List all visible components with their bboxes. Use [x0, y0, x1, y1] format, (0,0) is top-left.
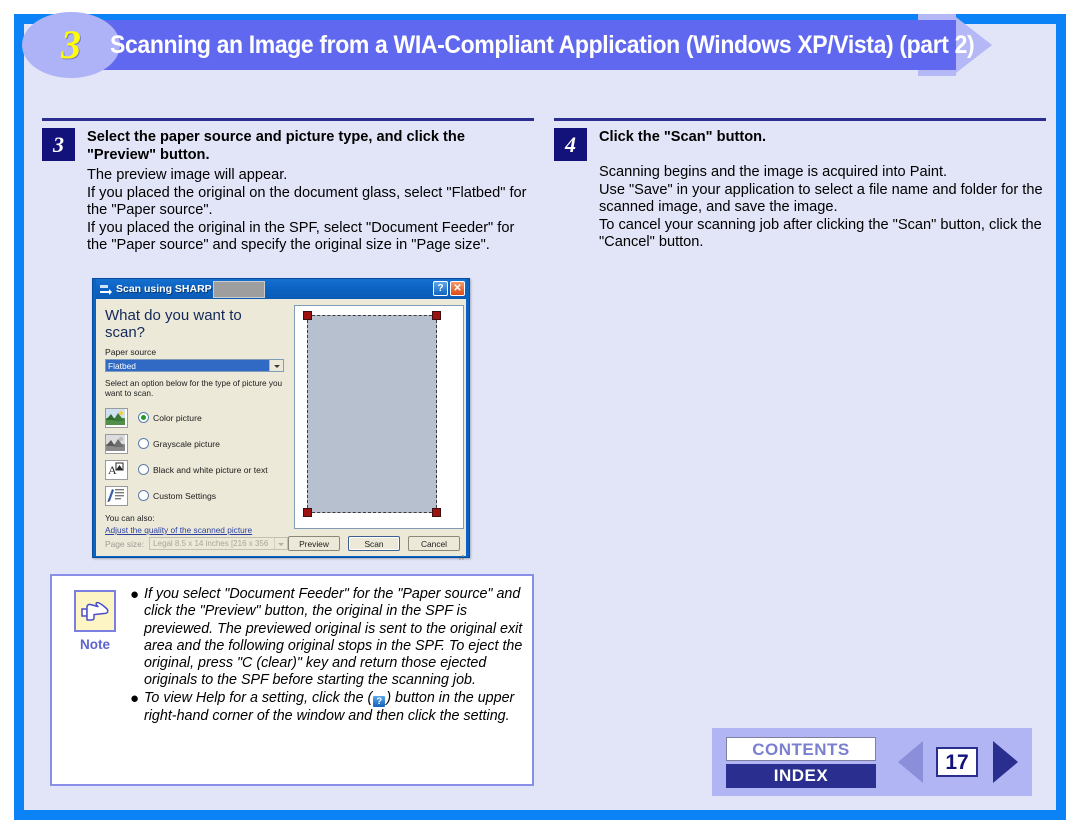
chevron-down-icon[interactable]	[269, 360, 283, 371]
help-button-icon: ?	[372, 694, 387, 708]
picture-type-hint: Select an option below for the type of p…	[105, 379, 283, 398]
radio-black-and-white[interactable]	[138, 464, 149, 475]
pointing-hand-icon	[74, 590, 116, 632]
page-number: 17	[936, 747, 978, 777]
previous-page-arrow-icon[interactable]	[898, 741, 923, 783]
index-button[interactable]: INDEX	[726, 763, 876, 788]
note-content: ● If you select "Document Feeder" for th…	[130, 582, 524, 778]
step-3-body: The preview image will appear. If you pl…	[87, 167, 527, 253]
option-grayscale-picture[interactable]: Grayscale picture	[105, 431, 284, 456]
bullet-icon: ●	[130, 586, 140, 603]
step-3-header: 3 Select the paper source and picture ty…	[42, 128, 534, 164]
page-root: 3 Scanning an Image from a WIA-Compliant…	[0, 0, 1080, 834]
selection-handle-top-left[interactable]	[303, 311, 312, 320]
scanner-icon	[99, 283, 113, 296]
option-label-grayscale-picture: Grayscale picture	[153, 438, 220, 449]
dialog-button-row: Preview Scan Cancel	[288, 536, 460, 551]
page-size-label: Page size:	[105, 538, 145, 549]
radio-color-picture[interactable]	[138, 412, 149, 423]
bullet-icon: ●	[130, 689, 140, 707]
step-4-badge: 4	[554, 128, 587, 161]
step-4-title: Click the "Scan" button.	[599, 129, 767, 145]
selection-handle-top-right[interactable]	[432, 311, 441, 320]
scan-dialog-screenshot: Scan using SHARP ? ✕ What do you want to…	[92, 278, 470, 560]
close-icon[interactable]: ✕	[450, 281, 465, 296]
dialog-settings-pane: What do you want to scan? Paper source F…	[96, 299, 292, 535]
note-item-2: ● To view Help for a setting, click the …	[130, 690, 524, 725]
chevron-down-icon[interactable]	[274, 538, 287, 549]
note-label: Note	[80, 637, 110, 652]
picture-type-options: Color picture Grayscale picture A Black …	[105, 405, 284, 508]
dialog-title-bar: Scan using SHARP ? ✕	[96, 279, 466, 299]
selection-region[interactable]	[303, 311, 441, 517]
radio-custom-settings[interactable]	[138, 490, 149, 501]
left-column: 3 Select the paper source and picture ty…	[42, 118, 534, 255]
contents-button[interactable]: CONTENTS	[726, 736, 876, 761]
note-item-1-text: If you select "Document Feeder" for the …	[144, 586, 523, 689]
option-label-color-picture: Color picture	[153, 412, 202, 423]
resize-grip-icon[interactable]	[456, 547, 464, 560]
black-white-text-thumbnail-icon: A	[105, 459, 128, 480]
option-color-picture[interactable]: Color picture	[105, 405, 284, 430]
preview-button[interactable]: Preview	[288, 536, 340, 551]
selection-handle-bottom-left[interactable]	[303, 508, 312, 517]
page-size-value: Legal 8.5 x 14 inches [216 x 356	[153, 539, 269, 548]
note-box: Note ● If you select "Document Feeder" f…	[50, 574, 534, 786]
nav-button-stack: CONTENTS INDEX	[726, 736, 886, 788]
page-header-banner: 3 Scanning an Image from a WIA-Compliant…	[22, 12, 992, 78]
selection-handle-bottom-right[interactable]	[432, 508, 441, 517]
step-4-header: 4 Click the "Scan" button.	[554, 128, 1046, 161]
footer-navigation: CONTENTS INDEX 17	[712, 728, 1032, 796]
dialog-heading: What do you want to scan?	[105, 307, 242, 341]
custom-settings-thumbnail-icon	[105, 485, 128, 506]
dialog-title-text: Scan using SHARP	[116, 283, 212, 295]
scan-button[interactable]: Scan	[348, 536, 400, 551]
step-3-title: Select the paper source and picture type…	[87, 129, 465, 163]
preview-pane[interactable]	[294, 305, 464, 529]
grayscale-picture-thumbnail-icon	[105, 433, 128, 454]
option-custom-settings[interactable]: Custom Settings	[105, 483, 284, 508]
dialog-window-buttons: ? ✕	[433, 281, 465, 296]
note-sidebar: Note	[60, 582, 130, 778]
paper-source-select[interactable]: Flatbed	[105, 359, 284, 372]
banner-chapter-number: 3	[61, 22, 81, 67]
note-item-2-text: To view Help for a setting, click the (?…	[144, 690, 524, 725]
step-4-body: Scanning begins and the image is acquire…	[599, 164, 1043, 250]
note-item-1: ● If you select "Document Feeder" for th…	[130, 586, 524, 690]
option-label-black-and-white: Black and white picture or text	[153, 464, 268, 475]
redacted-model-name	[212, 280, 265, 298]
cancel-button[interactable]: Cancel	[408, 536, 460, 551]
radio-grayscale-picture[interactable]	[138, 438, 149, 449]
next-page-arrow-icon[interactable]	[993, 741, 1018, 783]
paper-source-value: Flatbed	[106, 360, 269, 371]
option-black-and-white[interactable]: A Black and white picture or text	[105, 457, 284, 482]
page-size-select[interactable]: Legal 8.5 x 14 inches [216 x 356	[149, 537, 288, 550]
column-rule-right	[554, 118, 1046, 121]
help-button[interactable]: ?	[433, 281, 448, 296]
right-column: 4 Click the "Scan" button. Scanning begi…	[554, 118, 1046, 252]
color-picture-thumbnail-icon	[105, 407, 128, 428]
dialog-footer: Page size: Legal 8.5 x 14 inches [216 x …	[96, 531, 466, 560]
column-rule-left	[42, 118, 534, 121]
page-title: Scanning an Image from a WIA-Compliant A…	[110, 31, 975, 59]
step-3-badge: 3	[42, 128, 75, 161]
you-can-also-label: You can also:	[105, 513, 155, 523]
option-label-custom-settings: Custom Settings	[153, 490, 217, 501]
dialog-body: What do you want to scan? Paper source F…	[96, 299, 466, 560]
note-item-2-part1: To view Help for a setting, click the (	[144, 689, 373, 706]
paper-source-label: Paper source	[105, 347, 157, 357]
